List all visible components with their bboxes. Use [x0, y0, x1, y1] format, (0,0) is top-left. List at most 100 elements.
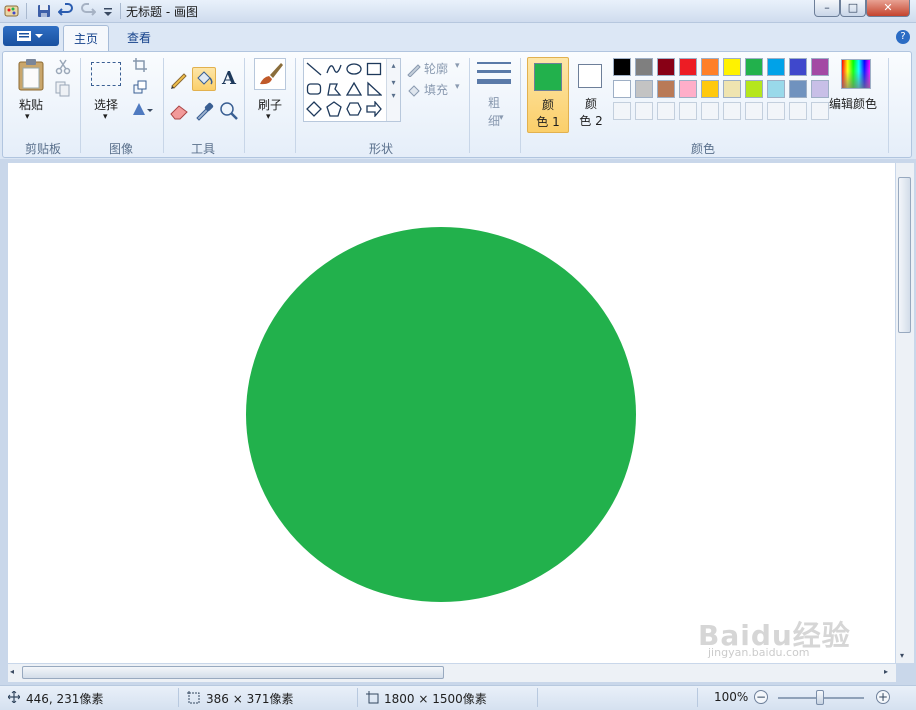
shape-triangle-icon[interactable] [346, 81, 362, 97]
fill-icon[interactable] [406, 82, 422, 98]
select-icon[interactable] [91, 62, 121, 86]
paste-label[interactable]: 粘贴 [17, 96, 45, 113]
zoom-out-button[interactable]: − [754, 690, 768, 704]
shapes-scroll-up-icon[interactable]: ▴ [387, 61, 400, 70]
tab-home[interactable]: 主页 [63, 25, 109, 51]
shape-arrow-icon[interactable] [366, 101, 382, 117]
brushes-dropdown-icon[interactable]: ▾ [266, 112, 271, 122]
shape-curve-icon[interactable] [326, 61, 342, 77]
magnifier-icon[interactable] [218, 100, 240, 122]
shape-right-triangle-icon[interactable] [366, 81, 382, 97]
customize-qa-icon[interactable] [102, 3, 114, 19]
text-tool-icon[interactable]: A [218, 68, 240, 90]
palette-custom-swatch[interactable] [657, 102, 675, 120]
palette-swatch[interactable] [679, 80, 697, 98]
shapes-scroll[interactable]: ▴ ▾ ▾ [386, 59, 400, 121]
fill-label[interactable]: 填充 [424, 81, 448, 98]
save-icon[interactable] [36, 3, 52, 19]
outline-icon[interactable] [406, 61, 422, 77]
palette-custom-swatch[interactable] [811, 102, 829, 120]
shape-oval-icon[interactable] [346, 61, 362, 77]
palette-swatch[interactable] [635, 80, 653, 98]
minimize-button[interactable]: – [814, 0, 840, 17]
size-label-top[interactable]: 粗 [477, 94, 511, 111]
palette-custom-swatch[interactable] [723, 102, 741, 120]
cut-icon[interactable] [55, 59, 71, 75]
select-label[interactable]: 选择 [89, 96, 123, 113]
color-picker-icon[interactable] [193, 100, 215, 122]
undo-icon[interactable] [58, 3, 74, 19]
horizontal-scroll-thumb[interactable] [22, 666, 444, 679]
select-dropdown-icon[interactable]: ▾ [103, 112, 108, 122]
brush-icon[interactable] [254, 58, 286, 90]
shapes-more-icon[interactable]: ▾ [387, 91, 400, 100]
pencil-icon[interactable] [168, 68, 190, 90]
palette-swatch[interactable] [723, 80, 741, 98]
help-button[interactable]: ? [896, 30, 910, 44]
palette-custom-swatch[interactable] [679, 102, 697, 120]
palette-swatch[interactable] [635, 58, 653, 76]
scroll-right-arrow-icon[interactable]: ▸ [884, 667, 888, 676]
palette-swatch[interactable] [657, 80, 675, 98]
paint-app-icon[interactable] [4, 3, 20, 19]
color1-button[interactable]: 颜 色 1 [527, 57, 569, 133]
redo-icon[interactable] [80, 3, 96, 19]
palette-swatch[interactable] [701, 80, 719, 98]
copy-icon[interactable] [55, 81, 71, 97]
palette-custom-swatch[interactable] [635, 102, 653, 120]
palette-custom-swatch[interactable] [767, 102, 785, 120]
tab-view[interactable]: 查看 [116, 25, 162, 51]
rotate-icon[interactable] [131, 102, 153, 116]
palette-custom-swatch[interactable] [613, 102, 631, 120]
vertical-scrollbar[interactable]: ▾ [896, 163, 914, 663]
size-dropdown-icon[interactable]: ▾ [499, 113, 504, 123]
fill-bucket-icon[interactable] [192, 67, 216, 91]
shape-polygon-icon[interactable] [326, 81, 342, 97]
palette-swatch[interactable] [789, 58, 807, 76]
color2-button[interactable]: 颜 色 2 [571, 57, 611, 133]
close-button[interactable]: ✕ [866, 0, 910, 17]
eraser-icon[interactable] [168, 100, 190, 122]
size-label-bottom[interactable]: 细 [477, 112, 511, 129]
shape-pentagon-icon[interactable] [326, 101, 342, 117]
green-circle[interactable] [246, 227, 636, 602]
horizontal-scrollbar[interactable]: ◂ ▸ [8, 664, 896, 682]
shape-rectangle-icon[interactable] [366, 61, 382, 77]
drawing-canvas[interactable] [8, 163, 895, 663]
shapes-scroll-down-icon[interactable]: ▾ [387, 78, 400, 87]
size-icon[interactable] [477, 60, 511, 88]
shape-rounded-rect-icon[interactable] [306, 81, 322, 97]
palette-swatch[interactable] [657, 58, 675, 76]
palette-swatch[interactable] [767, 58, 785, 76]
palette-custom-swatch[interactable] [701, 102, 719, 120]
palette-swatch[interactable] [745, 80, 763, 98]
palette-swatch[interactable] [767, 80, 785, 98]
palette-swatch[interactable] [745, 58, 763, 76]
shape-line-icon[interactable] [306, 61, 322, 77]
palette-swatch[interactable] [613, 80, 631, 98]
palette-swatch[interactable] [811, 80, 829, 98]
shape-diamond-icon[interactable] [306, 101, 322, 117]
outline-label[interactable]: 轮廓 [424, 60, 448, 77]
scroll-down-arrow-icon[interactable]: ▾ [900, 651, 904, 660]
palette-custom-swatch[interactable] [789, 102, 807, 120]
palette-swatch[interactable] [811, 58, 829, 76]
outline-dropdown-icon[interactable]: ▾ [455, 61, 460, 71]
scroll-left-arrow-icon[interactable]: ◂ [10, 667, 14, 676]
palette-custom-swatch[interactable] [745, 102, 763, 120]
crop-icon[interactable] [133, 58, 147, 72]
palette-swatch[interactable] [613, 58, 631, 76]
resize-icon[interactable] [133, 80, 147, 94]
zoom-in-button[interactable]: + [876, 690, 890, 704]
paste-dropdown-icon[interactable]: ▾ [25, 112, 30, 122]
shape-hexagon-icon[interactable] [346, 101, 362, 117]
vertical-scroll-thumb[interactable] [898, 177, 911, 333]
brushes-label[interactable]: 刷子 [254, 96, 286, 113]
fill-dropdown-icon[interactable]: ▾ [455, 82, 460, 92]
maximize-button[interactable]: □ [840, 0, 866, 17]
zoom-slider-thumb[interactable] [816, 690, 824, 705]
paste-icon[interactable] [17, 58, 45, 92]
palette-swatch[interactable] [723, 58, 741, 76]
palette-swatch[interactable] [679, 58, 697, 76]
edit-colors-icon[interactable] [841, 59, 871, 89]
